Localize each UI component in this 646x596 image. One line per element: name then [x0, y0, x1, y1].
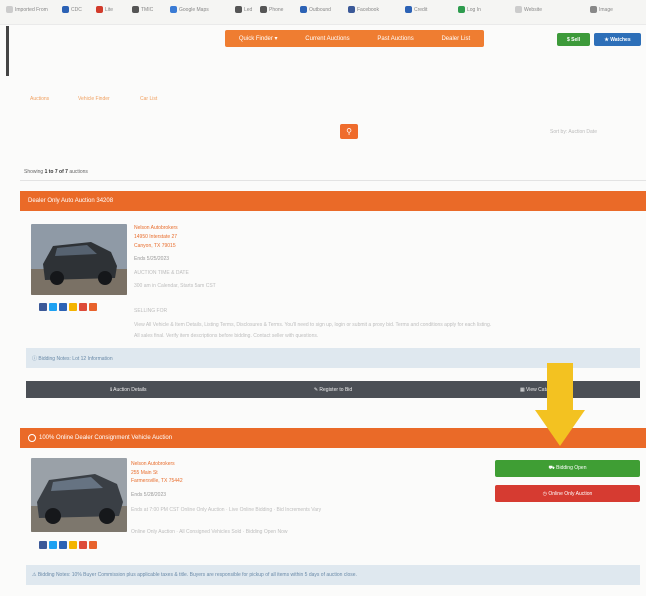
auction-2-details: Ends at 7:00 PM CST Online Only Auction …	[131, 507, 322, 513]
share-icon[interactable]	[39, 541, 47, 549]
share-icon[interactable]	[59, 303, 67, 311]
bookmark-label: Image	[599, 6, 613, 13]
register-to-bid-button[interactable]: ✎ Register to Bid	[231, 381, 436, 398]
auction-2-title: 100% Online Dealer Consignment Vehicle A…	[39, 435, 173, 441]
bookmarks-bar: Imported From CDC Lite TMIC Google Maps Led Ph…	[0, 0, 646, 25]
bookmark-icon	[515, 6, 522, 13]
bookmark-item[interactable]: Lite	[96, 6, 113, 13]
view-catalog-button[interactable]: ▦ View Catalog	[435, 381, 640, 398]
bookmark-label: Facebook	[357, 6, 379, 13]
auction-1-title: Dealer Only Auto Auction 34208	[28, 198, 114, 204]
auction-2-bidding-notes: ⚠ Bidding Notes: 10% Buyer Commission pl…	[26, 565, 640, 585]
bookmark-icon	[300, 6, 307, 13]
bookmark-icon	[62, 6, 69, 13]
bookmark-label: Led	[244, 6, 253, 13]
auction-1-header[interactable]: Dealer Only Auto Auction 34208	[20, 191, 646, 211]
auction-2-vehicle-photo[interactable]	[31, 458, 127, 532]
share-icon[interactable]	[79, 541, 87, 549]
sell-button[interactable]: $ Sell	[557, 33, 590, 46]
bookmark-icon	[96, 6, 103, 13]
auction-2-share-icons[interactable]	[39, 541, 97, 549]
bookmark-item[interactable]: Image	[590, 6, 613, 13]
auction-1-share-icons[interactable]	[39, 303, 97, 311]
share-icon[interactable]	[79, 303, 87, 311]
results-count: Showing 1 to 7 of 7 auctions	[24, 169, 88, 175]
bookmark-item[interactable]: CDC	[62, 6, 82, 13]
share-icon[interactable]	[89, 541, 97, 549]
bookmark-icon	[458, 6, 465, 13]
sort-label[interactable]: Sort by: Auction Date	[550, 129, 597, 135]
online-only-auction-button[interactable]: ◷ Online Only Auction	[495, 485, 640, 502]
bookmark-icon	[260, 6, 267, 13]
bookmark-icon	[235, 6, 242, 13]
main-nav: Quick Finder ▾ Current Auctions Past Auc…	[225, 30, 484, 47]
bookmark-item[interactable]: Log In	[458, 6, 481, 13]
bookmark-label: Google Maps	[179, 6, 209, 13]
annotation-arrow-shaft	[547, 363, 573, 411]
share-icon[interactable]	[89, 303, 97, 311]
bookmark-label: Log In	[467, 6, 481, 13]
nav-quick-finder[interactable]: Quick Finder ▾	[239, 35, 278, 42]
search-button[interactable]: ⚲	[340, 124, 358, 139]
bookmark-label: Outbound	[309, 6, 331, 13]
bookmark-icon	[6, 6, 13, 13]
share-icon[interactable]	[59, 541, 67, 549]
bookmark-item[interactable]: Imported From	[6, 6, 48, 13]
bookmark-item[interactable]: TMIC	[132, 6, 153, 13]
nav-dealer-list[interactable]: Dealer List	[441, 36, 470, 42]
bookmark-item[interactable]: Google Maps	[170, 6, 209, 13]
annotation-arrow-head	[535, 410, 585, 446]
bookmark-label: Website	[524, 6, 542, 13]
nav-current-auctions[interactable]: Current Auctions	[305, 36, 349, 42]
bookmark-icon	[132, 6, 139, 13]
divider	[20, 180, 646, 181]
bookmark-label: Lite	[105, 6, 114, 13]
bookmark-icon	[405, 6, 412, 13]
window-edge	[6, 26, 9, 76]
breadcrumb-auctions[interactable]: Auctions	[30, 96, 49, 102]
share-icon[interactable]	[49, 541, 57, 549]
bookmark-item[interactable]: Led	[235, 6, 252, 13]
watches-button[interactable]: ★ Watches	[594, 33, 641, 46]
bookmark-label: Credit	[414, 6, 428, 13]
breadcrumb-car-list[interactable]: Car List	[140, 96, 157, 102]
bookmark-label: CDC	[71, 6, 82, 13]
bookmark-icon	[348, 6, 355, 13]
search-icon: ⚲	[346, 127, 352, 136]
bookmark-item[interactable]: Credit	[405, 6, 427, 13]
bookmark-item[interactable]: Facebook	[348, 6, 379, 13]
bidding-open-button[interactable]: ⛟ Bidding Open	[495, 460, 640, 477]
auction-1-vehicle-photo[interactable]	[31, 224, 127, 295]
auction-1-description: View All Vehicle & Item Details, Listing…	[134, 322, 492, 328]
bookmark-item[interactable]: Outbound	[300, 6, 331, 13]
bookmark-icon	[590, 6, 597, 13]
bookmark-item[interactable]: Website	[515, 6, 542, 13]
share-icon[interactable]	[69, 303, 77, 311]
auction-1-description-2: All sales final. Verify item description…	[134, 333, 319, 339]
bookmark-label: Imported From	[15, 6, 48, 13]
auction-2-details-2: Online Only Auction · All Consigned Vehi…	[131, 529, 288, 535]
bookmark-label: Phone	[269, 6, 284, 13]
auction-1-selling-label: SELLING FOR	[134, 308, 168, 314]
share-icon[interactable]	[49, 303, 57, 311]
auction-details-button[interactable]: ℹ Auction Details	[26, 381, 231, 398]
bookmark-icon	[170, 6, 177, 13]
share-icon[interactable]	[39, 303, 47, 311]
share-icon[interactable]	[69, 541, 77, 549]
clock-icon	[28, 434, 36, 442]
breadcrumb-vehicle-finder[interactable]: Vehicle Finder	[78, 96, 110, 102]
bookmark-item[interactable]: Phone	[260, 6, 283, 13]
bookmark-label: TMIC	[141, 6, 154, 13]
nav-past-auctions[interactable]: Past Auctions	[377, 36, 413, 42]
